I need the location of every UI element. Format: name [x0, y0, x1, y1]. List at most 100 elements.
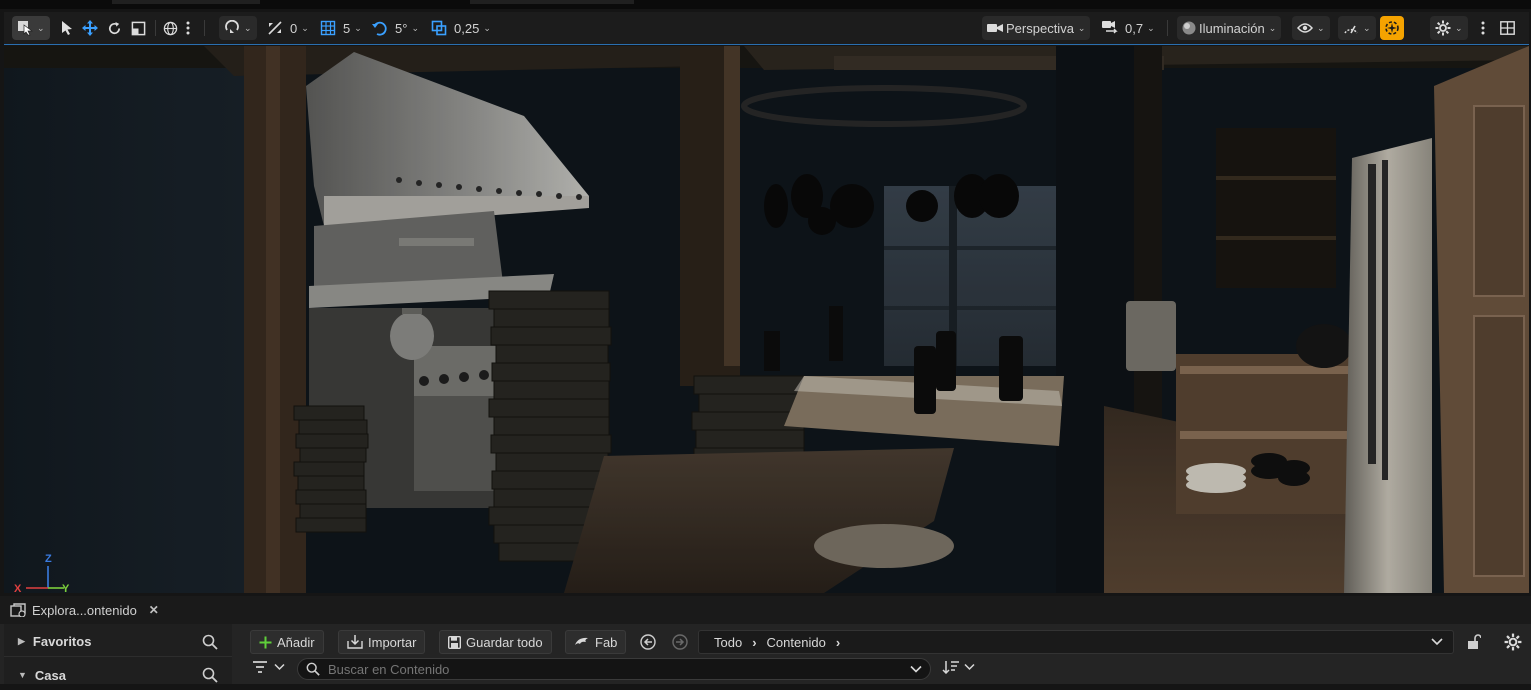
- content-search-box[interactable]: [297, 658, 931, 680]
- search-icon: [306, 662, 320, 676]
- close-icon[interactable]: ✕: [149, 603, 159, 617]
- surface-snap-dropdown[interactable]: ⌄: [219, 16, 257, 40]
- toolbar-divider: [204, 20, 205, 36]
- chevron-down-icon: ⌄: [37, 22, 45, 33]
- chevron-down-icon: ⌄: [1363, 22, 1371, 33]
- view-mode-dropdown[interactable]: Perspectiva ⌄: [982, 16, 1091, 40]
- translate-snap-dropdown[interactable]: 0 ⌄: [267, 16, 309, 40]
- realtime-sparkle-icon: [1385, 21, 1399, 35]
- chevron-down-icon: ⌄: [244, 22, 252, 33]
- chevron-down-icon: ⌄: [1147, 22, 1155, 33]
- toolbar-divider: [1167, 20, 1168, 36]
- scale-tool-button[interactable]: [131, 16, 146, 40]
- viewport-layout-button[interactable]: [1500, 16, 1515, 40]
- more-options-button[interactable]: [186, 16, 190, 40]
- level-viewport[interactable]: Z X Y: [4, 46, 1529, 593]
- search-input[interactable]: [328, 661, 888, 677]
- chevron-down-icon: [274, 663, 285, 671]
- forward-arrow-icon[interactable]: [672, 634, 688, 650]
- realtime-toggle-button[interactable]: [1380, 16, 1404, 40]
- select-tool-button[interactable]: [60, 16, 74, 40]
- fab-icon: [575, 637, 588, 645]
- grid-snap-dropdown[interactable]: 5 ⌄: [320, 16, 362, 40]
- translate-snap-value: 0: [290, 20, 298, 36]
- content-browser-tab[interactable]: Explora...ontenido ✕: [4, 598, 165, 622]
- viewport-settings-dropdown[interactable]: ⌄: [1430, 16, 1468, 40]
- eye-icon: [1297, 23, 1313, 33]
- search-icon[interactable]: [202, 634, 218, 650]
- save-all-button-label: Guardar todo: [466, 634, 543, 650]
- axis-x-label: X: [14, 583, 22, 593]
- breadcrumb-item-content[interactable]: Contenido: [767, 635, 826, 650]
- cursor-arrow-icon: [62, 21, 72, 35]
- content-browser-icon: [10, 603, 26, 617]
- breadcrumb: Todo › Contenido ›: [698, 630, 1454, 654]
- lock-icon[interactable]: [1467, 634, 1481, 650]
- select-mode-dropdown[interactable]: ⌄: [12, 16, 50, 40]
- gear-icon: [1435, 20, 1451, 36]
- back-arrow-icon[interactable]: [640, 634, 656, 650]
- favorites-label: Favoritos: [32, 634, 92, 649]
- rotate-snap-value: 5°: [395, 20, 408, 36]
- chevron-down-icon: ⌄: [1268, 22, 1277, 33]
- globe-icon: [163, 21, 178, 35]
- favorites-section-header[interactable]: ▶ Favoritos: [4, 627, 232, 657]
- sources-panel: ▶ Favoritos ▼ Casa: [4, 624, 232, 684]
- translate-snap-icon: [268, 21, 282, 35]
- breadcrumb-separator-icon[interactable]: ›: [836, 635, 840, 650]
- breadcrumb-separator-icon[interactable]: ›: [752, 635, 756, 650]
- camera-speed-dropdown[interactable]: 0,7 ⌄: [1102, 16, 1155, 40]
- settings-gear-icon[interactable]: [1504, 633, 1522, 651]
- coordinate-system-button[interactable]: [163, 16, 178, 40]
- search-icon[interactable]: [202, 667, 218, 683]
- import-icon: [347, 635, 363, 649]
- lighting-label: Iluminación: [1199, 20, 1265, 36]
- rotate-tool-button[interactable]: [107, 16, 122, 40]
- window-tab-strip: [0, 0, 1531, 9]
- save-all-button[interactable]: Guardar todo: [439, 630, 552, 654]
- chevron-down-icon[interactable]: [910, 665, 922, 674]
- scale-snap-dropdown[interactable]: 0,25 ⌄: [431, 16, 491, 40]
- content-browser-panel: ▶ Favoritos ▼ Casa Añadir Importar Guard…: [0, 624, 1531, 684]
- home-section-header[interactable]: ▼ Casa: [4, 660, 232, 690]
- view-mode-label: Perspectiva: [1006, 20, 1074, 36]
- chevron-down-icon: [964, 663, 975, 671]
- chevron-down-icon: ▼: [18, 670, 27, 680]
- scale-snap-icon: [431, 20, 447, 36]
- performance-dropdown[interactable]: ⌄: [1338, 16, 1376, 40]
- sort-icon: [942, 661, 959, 674]
- show-flags-dropdown[interactable]: ⌄: [1292, 16, 1330, 40]
- sort-dropdown[interactable]: [942, 660, 975, 674]
- chevron-down-icon: ⌄: [1455, 22, 1463, 33]
- import-button-label: Importar: [368, 634, 417, 650]
- kitchen-scene-render: [4, 46, 1529, 593]
- import-button[interactable]: Importar: [338, 630, 426, 654]
- breadcrumb-item-all[interactable]: Todo: [714, 635, 742, 650]
- chevron-down-icon[interactable]: [1431, 637, 1443, 647]
- scale-snap-value: 0,25: [454, 20, 480, 36]
- view-mode-lighting-dropdown[interactable]: Iluminación ⌄: [1177, 16, 1282, 40]
- vertical-dots-icon: [1481, 21, 1485, 35]
- camera-icon: [987, 24, 1003, 32]
- fab-button[interactable]: Fab: [565, 630, 627, 654]
- axis-y-label: Y: [62, 583, 70, 593]
- axis-z-label: Z: [45, 553, 52, 565]
- chevron-down-icon: ⌄: [354, 22, 362, 33]
- home-label: Casa: [34, 667, 66, 683]
- content-browser-dock: Explora...ontenido ✕ ▶ Favoritos ▼ Casa …: [0, 596, 1531, 684]
- add-button[interactable]: Añadir: [250, 630, 324, 654]
- filter-dropdown[interactable]: [252, 660, 285, 674]
- chevron-down-icon: ⌄: [411, 22, 419, 33]
- rotate-snap-dropdown[interactable]: 5° ⌄: [372, 16, 419, 40]
- grid-snap-icon: [320, 20, 336, 36]
- move-arrows-icon: [82, 20, 98, 36]
- axis-gizmo: Z X Y: [14, 553, 70, 593]
- viewport-menu-button[interactable]: [1481, 16, 1485, 40]
- chevron-down-icon: ⌄: [1317, 22, 1325, 33]
- camera-speed-value: 0,7: [1125, 20, 1144, 36]
- window-tab[interactable]: [112, 0, 260, 4]
- window-tab[interactable]: [470, 0, 634, 4]
- plus-icon: [259, 636, 272, 648]
- chevron-down-icon: ⌄: [1077, 22, 1086, 33]
- translate-tool-button[interactable]: [82, 16, 98, 40]
